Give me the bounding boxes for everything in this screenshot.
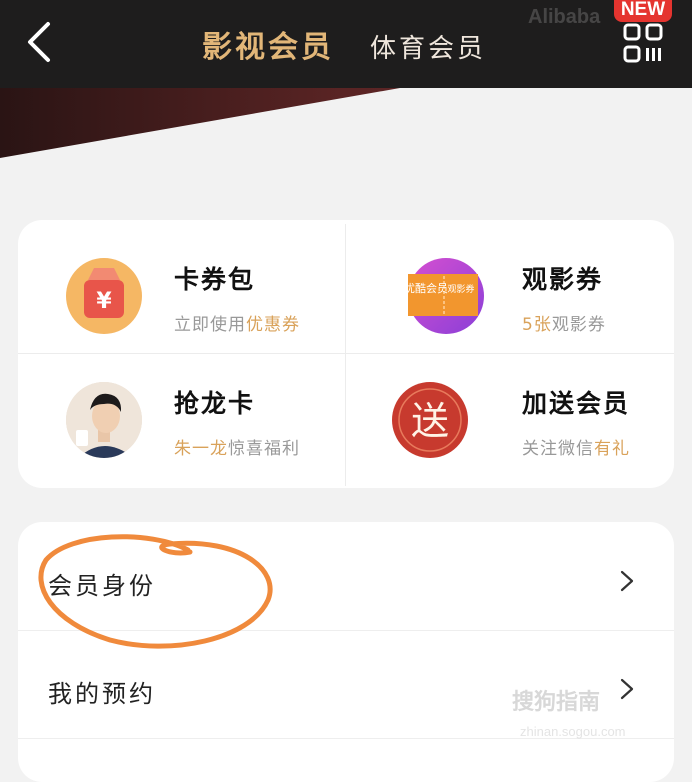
benefit-title: 加送会员 [522,389,631,418]
sogou-watermark-url: zhinan.sogou.com [520,724,626,739]
qr-scan-icon[interactable] [622,22,664,64]
benefit-subtitle: 立即使用优惠券 [174,315,300,335]
alibaba-watermark: Alibaba [528,6,601,28]
movie-ticket-icon: 优酷会员 观影券 [404,258,484,334]
benefits-card: ¥ 卡券包 立即使用优惠券 优酷会员 观影券 观影券 5张观影券 抢龙卡 朱一龙… [18,220,674,488]
chevron-right-icon [620,678,634,700]
svg-text:¥: ¥ [96,289,112,314]
svg-text:观影券: 观影券 [447,283,474,295]
benefit-bonus-membership[interactable]: 送 加送会员 关注微信有礼 [346,354,673,487]
benefit-title: 抢龙卡 [174,389,256,418]
svg-text:送: 送 [411,399,449,443]
benefit-movie-ticket[interactable]: 优酷会员 观影券 观影券 5张观影券 [346,220,673,353]
benefit-dragon-card[interactable]: 抢龙卡 朱一龙惊喜福利 [18,354,345,487]
tab-sports-membership[interactable]: 体育会员 [370,28,486,65]
menu-item-membership-status[interactable]: 会员身份 [18,526,674,634]
benefit-title: 卡券包 [174,265,256,294]
benefit-subtitle: 朱一龙惊喜福利 [174,439,300,459]
top-navigation-bar: 影视会员 体育会员 Alibaba NEW [0,0,692,88]
tab-movie-membership[interactable]: 影视会员 [202,22,334,66]
coupon-wallet-icon: ¥ [66,258,142,334]
celebrity-avatar-icon [66,382,142,458]
new-badge: NEW [614,0,672,22]
back-arrow-icon[interactable] [22,20,58,64]
benefit-subtitle: 关注微信有礼 [522,439,630,459]
menu-list: 会员身份 我的预约 [18,522,674,782]
menu-item-label: 我的预约 [48,680,156,708]
sogou-watermark: 搜狗指南 [512,690,601,715]
benefit-title: 观影券 [522,265,604,294]
benefit-coupon-wallet[interactable]: ¥ 卡券包 立即使用优惠券 [18,220,345,353]
benefit-subtitle: 5张观影券 [522,315,606,335]
svg-text:优酷会员: 优酷会员 [404,282,448,295]
gift-seal-icon: 送 [392,382,468,458]
menu-item-label: 会员身份 [48,572,156,600]
chevron-right-icon [620,570,634,592]
list-divider [18,630,674,631]
